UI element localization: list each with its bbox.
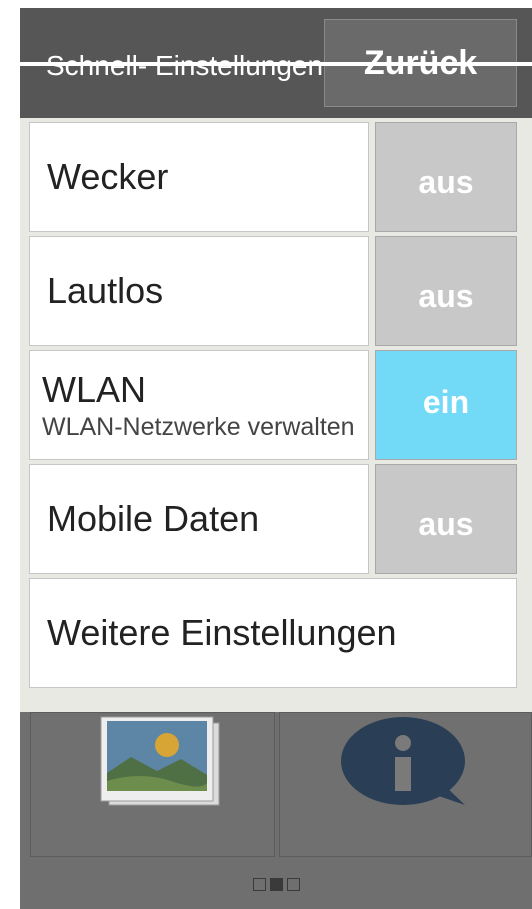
page-indicator bbox=[20, 876, 532, 892]
more-settings-label: Weitere Einstellungen bbox=[47, 612, 397, 653]
alarm-toggle[interactable]: aus bbox=[375, 122, 517, 232]
gallery-tile[interactable] bbox=[30, 712, 275, 857]
more-settings-button[interactable]: Weitere Einstellungen bbox=[29, 578, 517, 688]
setting-label-cell[interactable]: Lautlos bbox=[29, 236, 369, 346]
setting-label: Lautlos bbox=[47, 270, 164, 311]
setting-label: Wecker bbox=[47, 156, 169, 197]
setting-label: Mobile Daten bbox=[47, 498, 260, 539]
setting-subtitle: WLAN-Netzwerke verwalten bbox=[42, 412, 355, 441]
header-bar: Schnell- Einstellungen Zurück bbox=[20, 8, 532, 118]
quick-settings-panel: Wecker aus Lautlos aus WLAN WLAN-Netzwer… bbox=[20, 118, 532, 712]
launcher-tiles bbox=[30, 712, 532, 857]
page-title: Schnell- Einstellungen bbox=[46, 50, 326, 82]
setting-label-cell[interactable]: Mobile Daten bbox=[29, 464, 369, 574]
setting-label-cell[interactable]: Wecker bbox=[29, 122, 369, 232]
info-tile[interactable] bbox=[279, 712, 532, 857]
setting-row-alarm: Wecker aus bbox=[29, 122, 517, 232]
setting-row-wlan: WLAN WLAN-Netzwerke verwalten ein bbox=[29, 350, 517, 460]
silent-toggle[interactable]: aus bbox=[375, 236, 517, 346]
wlan-toggle[interactable]: ein bbox=[375, 350, 517, 460]
setting-label-cell[interactable]: WLAN WLAN-Netzwerke verwalten bbox=[29, 350, 369, 460]
page-dot-1[interactable] bbox=[252, 878, 266, 892]
gallery-icon bbox=[100, 716, 220, 806]
phone-screen: Schnell- Einstellungen Zurück Wecker aus… bbox=[20, 8, 532, 909]
info-icon bbox=[341, 717, 465, 805]
setting-row-more: Weitere Einstellungen bbox=[29, 578, 517, 688]
page-dot-3[interactable] bbox=[286, 878, 300, 892]
page-dot-2[interactable] bbox=[269, 878, 283, 892]
setting-row-mobile-data: Mobile Daten aus bbox=[29, 464, 517, 574]
divider-line bbox=[20, 62, 532, 66]
mobile-data-toggle[interactable]: aus bbox=[375, 464, 517, 574]
setting-label: WLAN bbox=[42, 368, 147, 410]
setting-row-silent: Lautlos aus bbox=[29, 236, 517, 346]
